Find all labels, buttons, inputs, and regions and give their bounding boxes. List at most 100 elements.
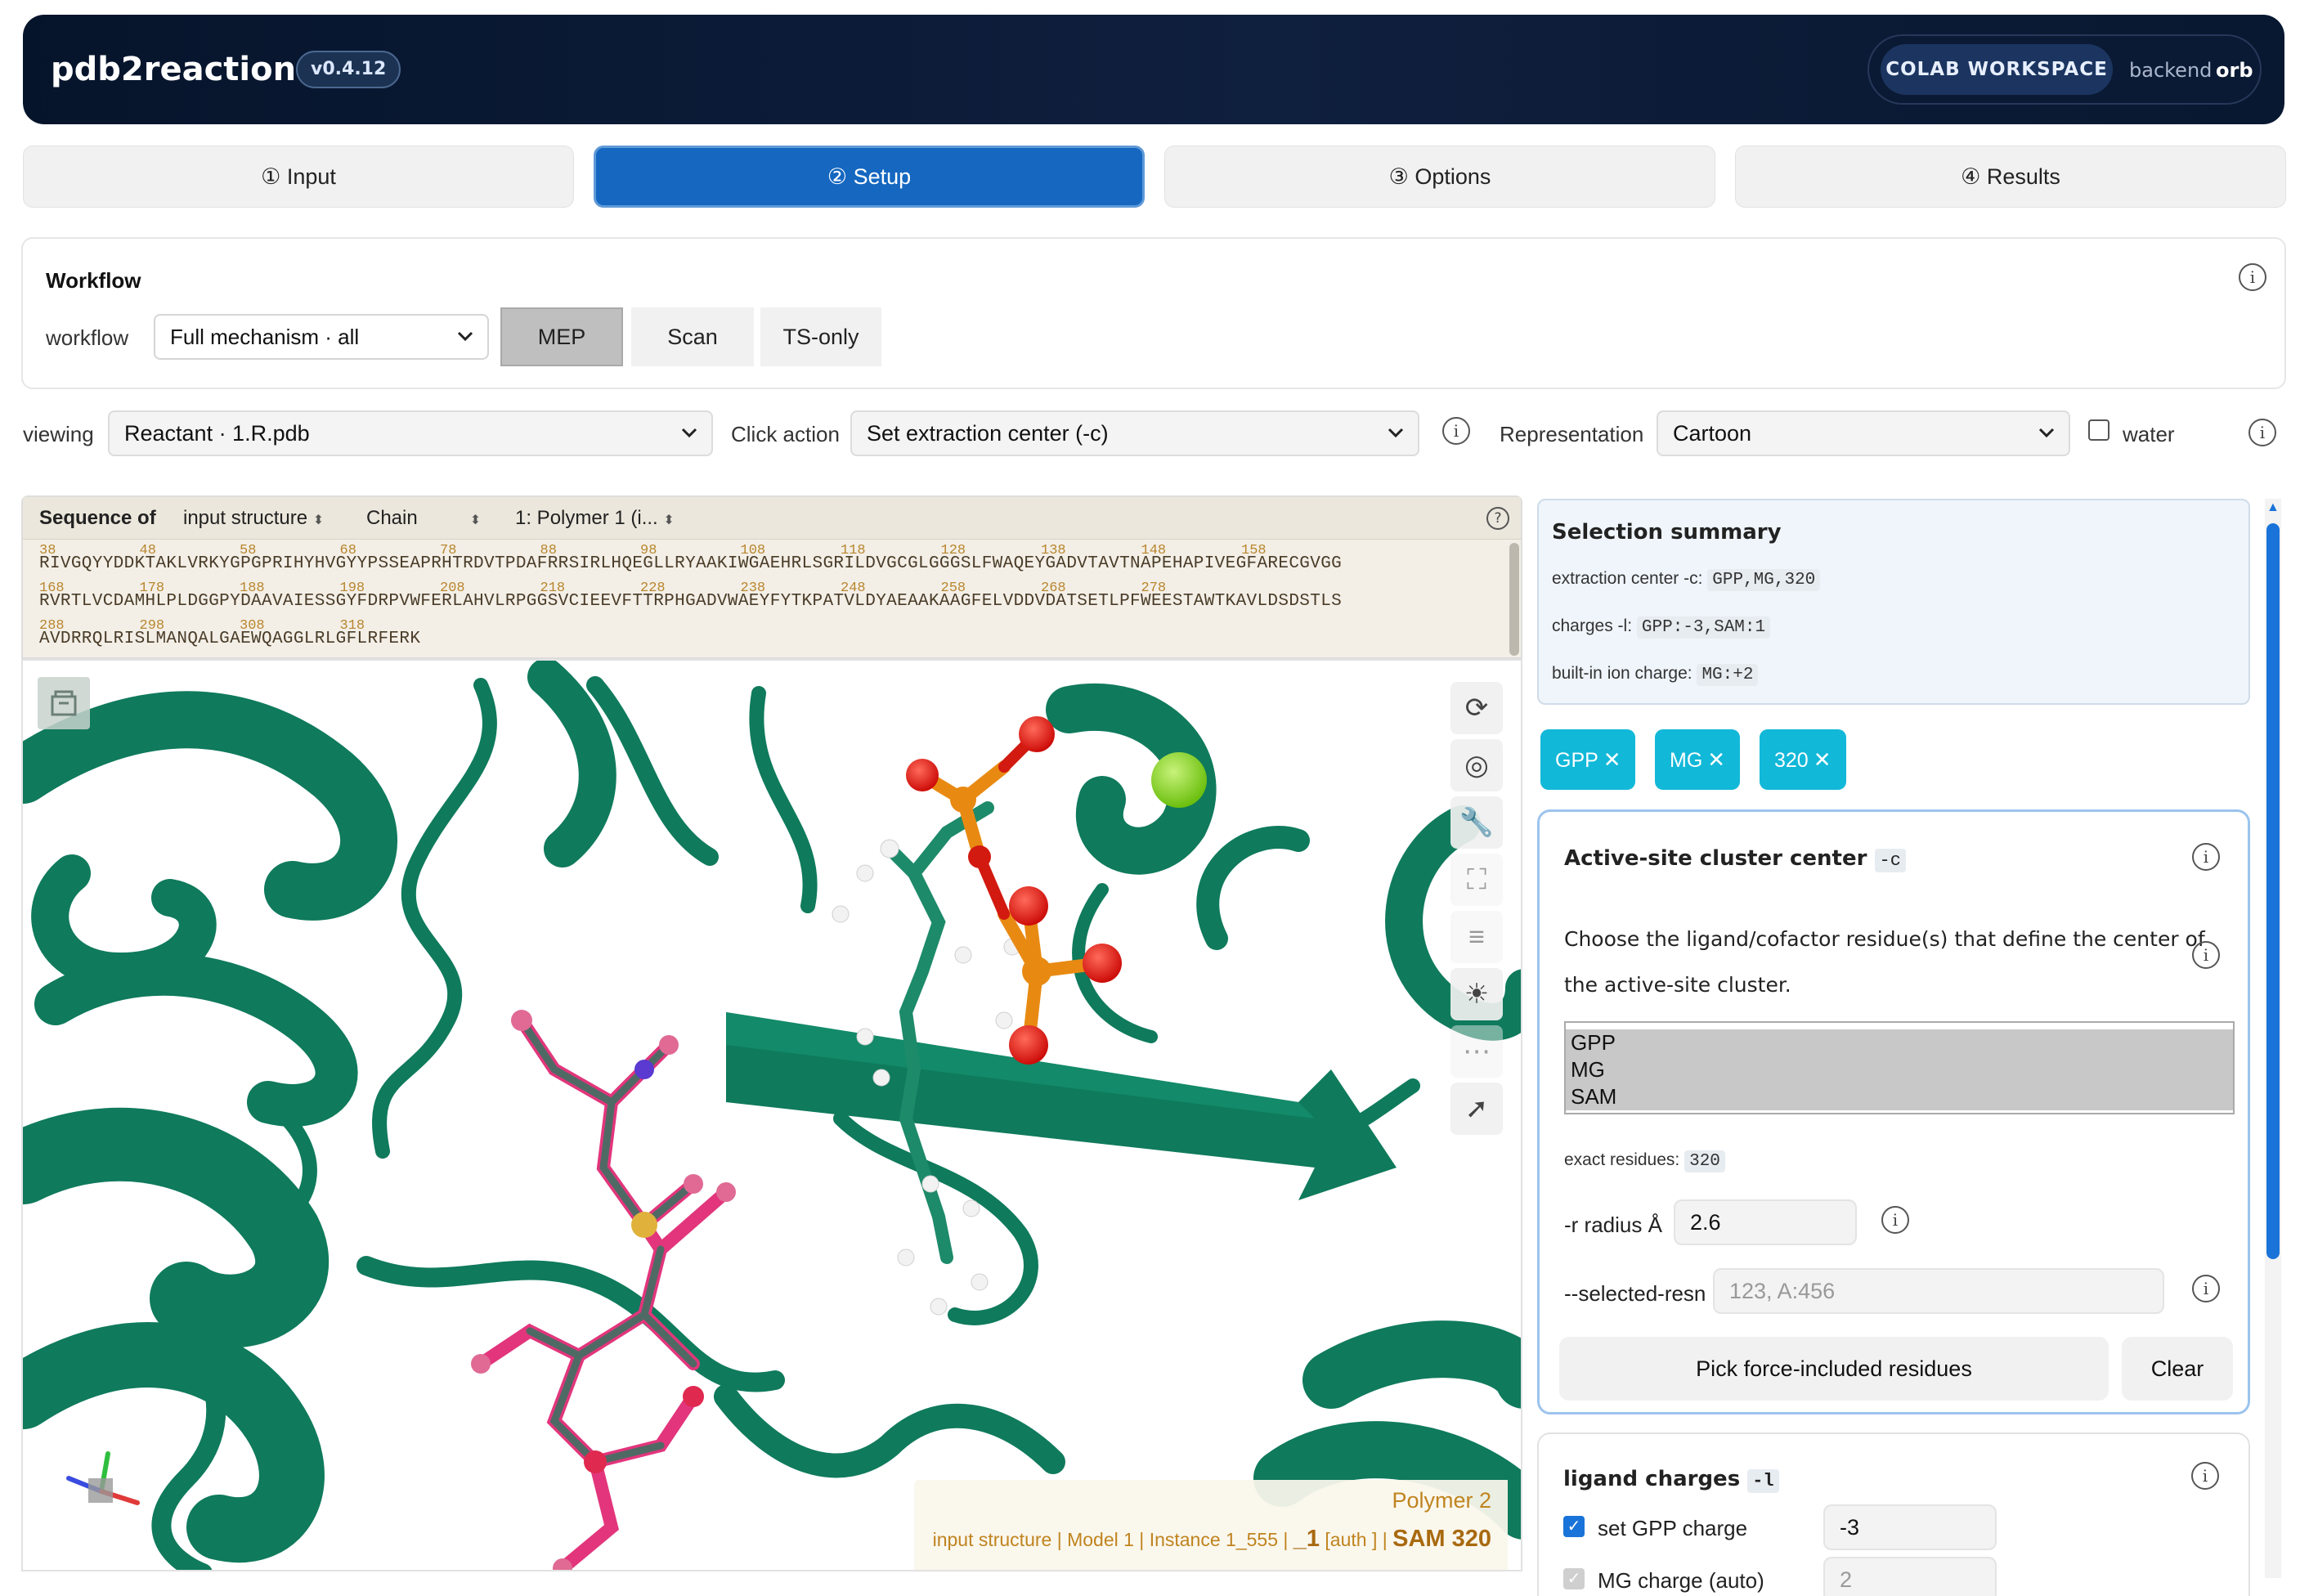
cluster-description-line1: Choose the ligand/cofactor residue(s) th… [1564, 927, 2205, 951]
center-label: extraction center -c: [1552, 569, 1703, 588]
ion-line: built-in ion charge: MG:+2 [1552, 664, 1759, 686]
workflow-select[interactable]: Full mechanism · all [154, 314, 489, 360]
app-header: pdb2reaction v0.4.12 COLAB WORKSPACE bac… [23, 15, 2284, 124]
updown-icon: ⬍ [312, 513, 325, 527]
info-icon[interactable]: i [2192, 843, 2220, 871]
tab-setup[interactable]: ② Setup [594, 146, 1145, 208]
molecule-viewer[interactable] [21, 659, 1522, 1571]
chevron-down-icon [1388, 428, 1404, 438]
tab-options[interactable]: ③ Options [1164, 146, 1715, 208]
ion-label: built-in ion charge: [1552, 664, 1692, 683]
clear-button[interactable]: Clear [2122, 1337, 2233, 1401]
close-icon[interactable]: ✕ [1814, 747, 1831, 772]
mode-mep-button[interactable]: MEP [500, 307, 623, 366]
residue-option-mg[interactable]: MG [1566, 1056, 2233, 1083]
sequence-header: Sequence of input structure ⬍ Chain ⬍ 1: … [23, 497, 1521, 540]
chip-gpp[interactable]: GPP ✕ [1540, 729, 1635, 790]
ligand-charges-title: ligand charges -l [1563, 1467, 1779, 1493]
rotate-icon[interactable]: ⟳ [1450, 682, 1503, 734]
wrench-icon[interactable]: 🔧 [1450, 796, 1503, 849]
residue-option-sam[interactable]: SAM [1566, 1083, 2233, 1110]
sequence-panel: Sequence of input structure ⬍ Chain ⬍ 1: … [21, 495, 1522, 659]
chevron-down-icon [457, 331, 473, 342]
sequence-residues-row[interactable]: RVRTLVCDAMHLPLDGGPYDAAVAIESSGYFDRPVWFERL… [39, 592, 1342, 611]
backend-label: backend [2129, 59, 2213, 82]
selected-resn-input[interactable]: 123, A:456 [1713, 1268, 2164, 1314]
layers-icon[interactable]: ≡ [1450, 911, 1503, 963]
ligand-charges-title-text: ligand charges [1563, 1467, 1741, 1491]
info-icon[interactable]: i [2191, 1462, 2219, 1490]
viewer-toggle-button[interactable] [38, 677, 90, 729]
gpp-charge-checkbox[interactable]: ✓ [1563, 1516, 1585, 1537]
pick-residues-button[interactable]: Pick force-included residues [1559, 1337, 2109, 1401]
light-icon[interactable]: ☀ [1450, 968, 1503, 1020]
camera-icon[interactable]: ◎ [1450, 739, 1503, 791]
ion-value: MG:+2 [1697, 664, 1759, 686]
scroll-up-icon[interactable]: ▲ [2266, 500, 2280, 515]
cursor-icon[interactable]: ➚ [1450, 1083, 1503, 1135]
click-action-select[interactable]: Set extraction center (-c) [850, 410, 1419, 456]
water-label: water [2123, 422, 2175, 446]
selected-resn-label: --selected-resn [1564, 1281, 1706, 1306]
info-icon[interactable]: i [2192, 941, 2220, 969]
info-icon[interactable]: i [1442, 417, 1470, 445]
representation-select[interactable]: Cartoon [1657, 410, 2070, 456]
residue-listbox[interactable]: GPP MG SAM [1564, 1021, 2235, 1114]
polymer-value: 1: Polymer 1 (i... [515, 507, 658, 529]
chip-320[interactable]: 320 ✕ [1760, 729, 1846, 790]
cluster-title-text: Active-site cluster center [1564, 846, 1867, 871]
cluster-description: Choose the ligand/cofactor residue(s) th… [1564, 917, 2205, 1008]
charges-line: charges -l: GPP:-3,SAM:1 [1552, 616, 1771, 639]
workflow-label: workflow [46, 325, 129, 350]
updown-icon: ⬍ [469, 513, 482, 527]
molecule-render [23, 661, 1521, 1570]
sequence-source-select[interactable]: input structure ⬍ [183, 507, 324, 530]
polymer-select[interactable]: 1: Polymer 1 (i... ⬍ [515, 507, 675, 530]
click-action-value: Set extraction center (-c) [867, 421, 1109, 446]
mode-ts-only-button[interactable]: TS-only [760, 307, 881, 366]
info-icon[interactable]: i [2192, 1275, 2220, 1302]
help-icon[interactable]: ? [1486, 507, 1509, 530]
water-checkbox[interactable] [2088, 419, 2109, 441]
close-icon[interactable]: ✕ [1603, 747, 1621, 772]
representation-label: Representation [1500, 422, 1644, 446]
sequence-residues-row[interactable]: AVDRRQLRISLMANQALGAEWQAGGLRLGFLRFERK [39, 630, 420, 648]
tab-input[interactable]: ① Input [23, 146, 574, 208]
structure-info-box: Polymer 2 input structure | Model 1 | In… [914, 1480, 1508, 1570]
chip-label: GPP [1555, 749, 1598, 772]
sequence-residues-row[interactable]: RIVGQYYDDKTAKLVRKYGPGPRIHYHVGYYPSSEAPRHT… [39, 554, 1342, 573]
version-badge: v0.4.12 [296, 51, 401, 88]
center-line: extraction center -c: GPP,MG,320 [1552, 569, 1821, 591]
backend-value: orb [2216, 59, 2253, 82]
mg-ion[interactable] [1151, 752, 1207, 808]
gpp-charge-input[interactable]: -3 [1823, 1504, 1997, 1550]
close-icon[interactable]: ✕ [1707, 747, 1725, 772]
viewer-toolbar: ⟳ ◎ 🔧 ⛶ ≡ ☀ ⋯ ➚ [1450, 670, 1508, 1135]
info-icon[interactable]: i [2239, 263, 2266, 291]
tab-results[interactable]: ④ Results [1735, 146, 2286, 208]
more-icon[interactable]: ⋯ [1450, 1025, 1503, 1078]
info-icon[interactable]: i [1881, 1206, 1909, 1234]
gpp-charge-label: set GPP charge [1598, 1516, 1748, 1540]
ligand-charges-flag: -l [1747, 1469, 1779, 1493]
cluster-description-line2: the active-site cluster. [1564, 973, 1791, 997]
residue-option-gpp[interactable]: GPP [1566, 1029, 2233, 1056]
polymer-label: Polymer 2 [1392, 1488, 1491, 1513]
viewing-select[interactable]: Reactant · 1.R.pdb [108, 410, 713, 456]
mode-scan-button[interactable]: Scan [631, 307, 754, 366]
chip-mg[interactable]: MG ✕ [1655, 729, 1740, 790]
cluster-title: Active-site cluster center -c [1564, 846, 1906, 872]
right-panel-scroll-thumb[interactable] [2266, 523, 2280, 1259]
workspace-pill: COLAB WORKSPACE backend orb [1867, 34, 2262, 105]
sequence-lines[interactable]: 38 48 58 68 78 88 98 108 118 128 138 148 158 RIVGQYYD… [23, 543, 1495, 657]
radius-input[interactable]: 2.6 [1674, 1199, 1857, 1245]
info-model: Model 1 [1067, 1529, 1134, 1550]
sequence-scrollbar[interactable] [1509, 543, 1519, 656]
updown-icon: ⬍ [663, 513, 675, 527]
chain-select[interactable]: Chain ⬍ [366, 507, 481, 530]
app-title: pdb2reaction [51, 51, 297, 88]
expand-icon[interactable]: ⛶ [1450, 854, 1503, 906]
location-line: input structure | Model 1 | Instance 1_5… [932, 1526, 1491, 1552]
info-icon[interactable]: i [2248, 419, 2276, 446]
workspace-badge[interactable]: COLAB WORKSPACE [1881, 44, 2113, 95]
